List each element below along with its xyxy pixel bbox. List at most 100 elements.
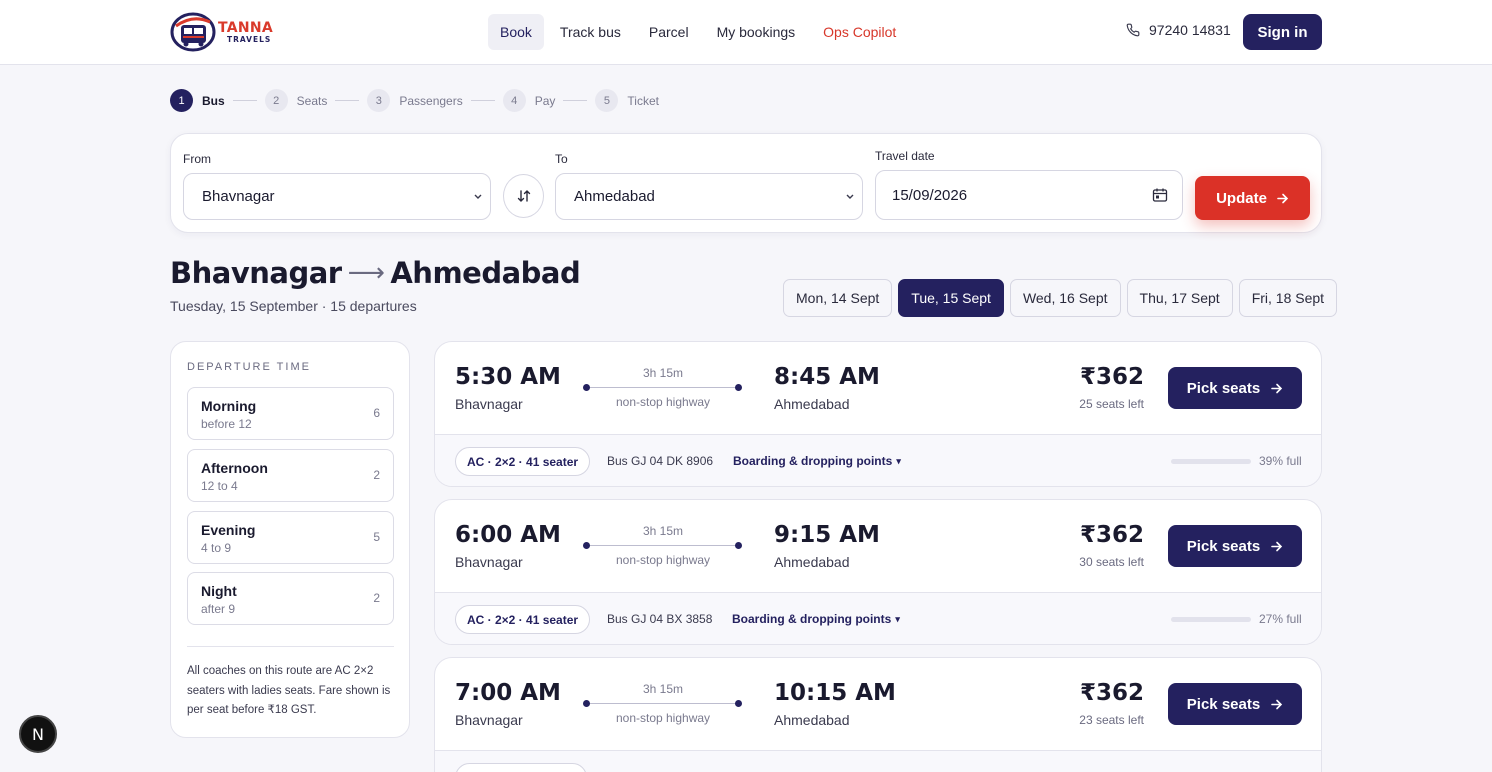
to-label: To xyxy=(555,152,568,166)
route-start-dot xyxy=(583,542,590,549)
step-label: Bus xyxy=(202,93,225,108)
step-number: 4 xyxy=(502,89,526,112)
to-select[interactable]: Ahmedabad xyxy=(555,173,863,220)
departure-time-filter: DEPARTURE TIME Morning before 12 6 After… xyxy=(170,341,410,738)
route-arrow-icon: ⟶ xyxy=(347,258,385,288)
phone-link[interactable]: 97240 14831 xyxy=(1126,22,1231,38)
date-tab[interactable]: Thu, 17 Sept xyxy=(1126,279,1233,317)
date-tabs: Mon, 14 Sept Tue, 15 Sept Wed, 16 Sept T… xyxy=(783,279,1338,317)
step-pay: 4 Pay xyxy=(502,89,556,112)
trip-details-bar: AC · 2×2 · 41 seater Bus GJ 04 BX 3858 B… xyxy=(435,592,1321,644)
trip-card: 6:00 AM Bhavnagar 3h 15m non-stop highwa… xyxy=(434,499,1322,645)
filter-night[interactable]: Night after 9 2 xyxy=(187,572,394,625)
slot-name: Morning xyxy=(201,398,257,414)
date-tab[interactable]: Mon, 14 Sept xyxy=(783,279,893,317)
trip-details-bar xyxy=(435,750,1321,772)
slot-hint: 4 to 9 xyxy=(201,541,232,555)
phone-icon xyxy=(1126,23,1140,37)
from-select[interactable]: Bhavnagar xyxy=(183,173,491,220)
step-ticket: 5 Ticket xyxy=(595,89,659,112)
bus-number: Bus GJ 04 BX 3858 xyxy=(607,612,713,626)
nav-my-bookings[interactable]: My bookings xyxy=(705,14,808,50)
trip-duration: 3h 15m xyxy=(642,682,684,696)
filter-heading: DEPARTURE TIME xyxy=(187,361,311,373)
occupancy-label: 39% full xyxy=(1259,454,1302,468)
dev-tools-button[interactable]: N xyxy=(19,715,57,753)
route-end-dot xyxy=(735,384,742,391)
departure-city: Bhavnagar xyxy=(455,396,523,412)
arrival-city: Ahmedabad xyxy=(774,712,850,728)
route-line xyxy=(586,387,739,388)
departure-time: 5:30 AM xyxy=(455,364,561,390)
travel-date-label: Travel date xyxy=(875,149,935,163)
step-seats: 2 Seats xyxy=(264,89,328,112)
nav-ops-copilot[interactable]: Ops Copilot xyxy=(811,14,908,50)
date-tab-selected[interactable]: Tue, 15 Sept xyxy=(898,279,1004,317)
seats-left: 30 seats left xyxy=(1079,555,1144,569)
slot-count: 2 xyxy=(373,468,380,482)
coach-type-badge: AC · 2×2 · 41 seater xyxy=(455,605,591,634)
sign-in-button[interactable]: Sign in xyxy=(1243,14,1322,50)
route-end-dot xyxy=(735,700,742,707)
trip-card: 7:00 AM Bhavnagar 3h 15m non-stop highwa… xyxy=(434,657,1322,772)
filter-morning[interactable]: Morning before 12 6 xyxy=(187,387,394,440)
to-value: Ahmedabad xyxy=(574,188,655,205)
trip-via: non-stop highway xyxy=(615,711,711,725)
step-label: Pay xyxy=(534,93,556,108)
step-label: Seats xyxy=(296,93,328,108)
travel-date-input[interactable]: 15/09/2026 xyxy=(875,170,1183,220)
departure-city: Bhavnagar xyxy=(455,554,523,570)
step-connector xyxy=(563,100,588,101)
slot-name: Night xyxy=(201,583,237,599)
date-tab[interactable]: Wed, 16 Sept xyxy=(1009,279,1121,317)
arrow-right-icon xyxy=(1271,383,1283,393)
step-label: Ticket xyxy=(627,93,659,108)
filter-afternoon[interactable]: Afternoon 12 to 4 2 xyxy=(187,449,394,502)
arrival-city: Ahmedabad xyxy=(774,396,850,412)
coach-type-badge xyxy=(455,763,587,772)
nav-parcel[interactable]: Parcel xyxy=(637,14,701,50)
bus-number: Bus GJ 04 DK 8906 xyxy=(607,454,714,468)
pick-seats-button[interactable]: Pick seats xyxy=(1168,683,1302,725)
update-search-button[interactable]: Update xyxy=(1195,176,1310,220)
trip-details-bar: AC · 2×2 · 41 seater Bus GJ 04 DK 8906 B… xyxy=(435,434,1321,486)
boarding-points-toggle[interactable]: Boarding & dropping points ▾ xyxy=(732,612,900,626)
route-title: Bhavnagar ⟶ Ahmedabad xyxy=(170,256,581,290)
seats-left: 25 seats left xyxy=(1079,397,1144,411)
fare-price: ₹362 xyxy=(1079,364,1144,390)
brand-logo[interactable]: TANNA TRAVELS xyxy=(170,11,280,53)
arrival-time: 10:15 AM xyxy=(774,680,896,706)
filter-evening[interactable]: Evening 4 to 9 5 xyxy=(187,511,394,564)
trip-via: non-stop highway xyxy=(615,395,711,409)
trip-duration: 3h 15m xyxy=(642,524,684,538)
pick-seats-button[interactable]: Pick seats xyxy=(1168,525,1302,567)
boarding-points-toggle[interactable]: Boarding & dropping points ▾ xyxy=(733,454,901,468)
nav-track-bus[interactable]: Track bus xyxy=(548,14,633,50)
route-line xyxy=(586,703,739,704)
occupancy-bar xyxy=(1171,617,1251,622)
chevron-down-icon xyxy=(846,194,854,199)
pick-seats-label: Pick seats xyxy=(1186,379,1261,397)
arrival-city: Ahmedabad xyxy=(774,554,850,570)
boarding-label: Boarding & dropping points xyxy=(732,612,892,626)
pick-seats-button[interactable]: Pick seats xyxy=(1168,367,1302,409)
bus-logo-icon xyxy=(170,12,216,52)
departure-time: 6:00 AM xyxy=(455,522,561,548)
divider xyxy=(187,646,394,647)
nav-book[interactable]: Book xyxy=(488,14,544,50)
step-connector xyxy=(470,100,495,101)
caret-down-icon: ▾ xyxy=(896,455,901,466)
chevron-down-icon xyxy=(474,194,482,199)
departure-time: 7:00 AM xyxy=(455,680,561,706)
booking-stepper: 1 Bus 2 Seats 3 Passengers 4 Pay 5 Ticke… xyxy=(170,89,659,112)
slot-name: Afternoon xyxy=(201,460,268,476)
route-note: All coaches on this route are AC 2×2 sea… xyxy=(187,665,391,716)
date-tab[interactable]: Fri, 18 Sept xyxy=(1238,279,1338,317)
calendar-icon[interactable] xyxy=(1152,187,1168,203)
swap-cities-button[interactable] xyxy=(503,174,544,218)
seats-left: 23 seats left xyxy=(1079,713,1144,727)
arrival-time: 9:15 AM xyxy=(774,522,880,548)
arrow-right-icon xyxy=(1271,699,1283,709)
swap-icon xyxy=(517,190,530,202)
phone-number: 97240 14831 xyxy=(1149,22,1231,38)
